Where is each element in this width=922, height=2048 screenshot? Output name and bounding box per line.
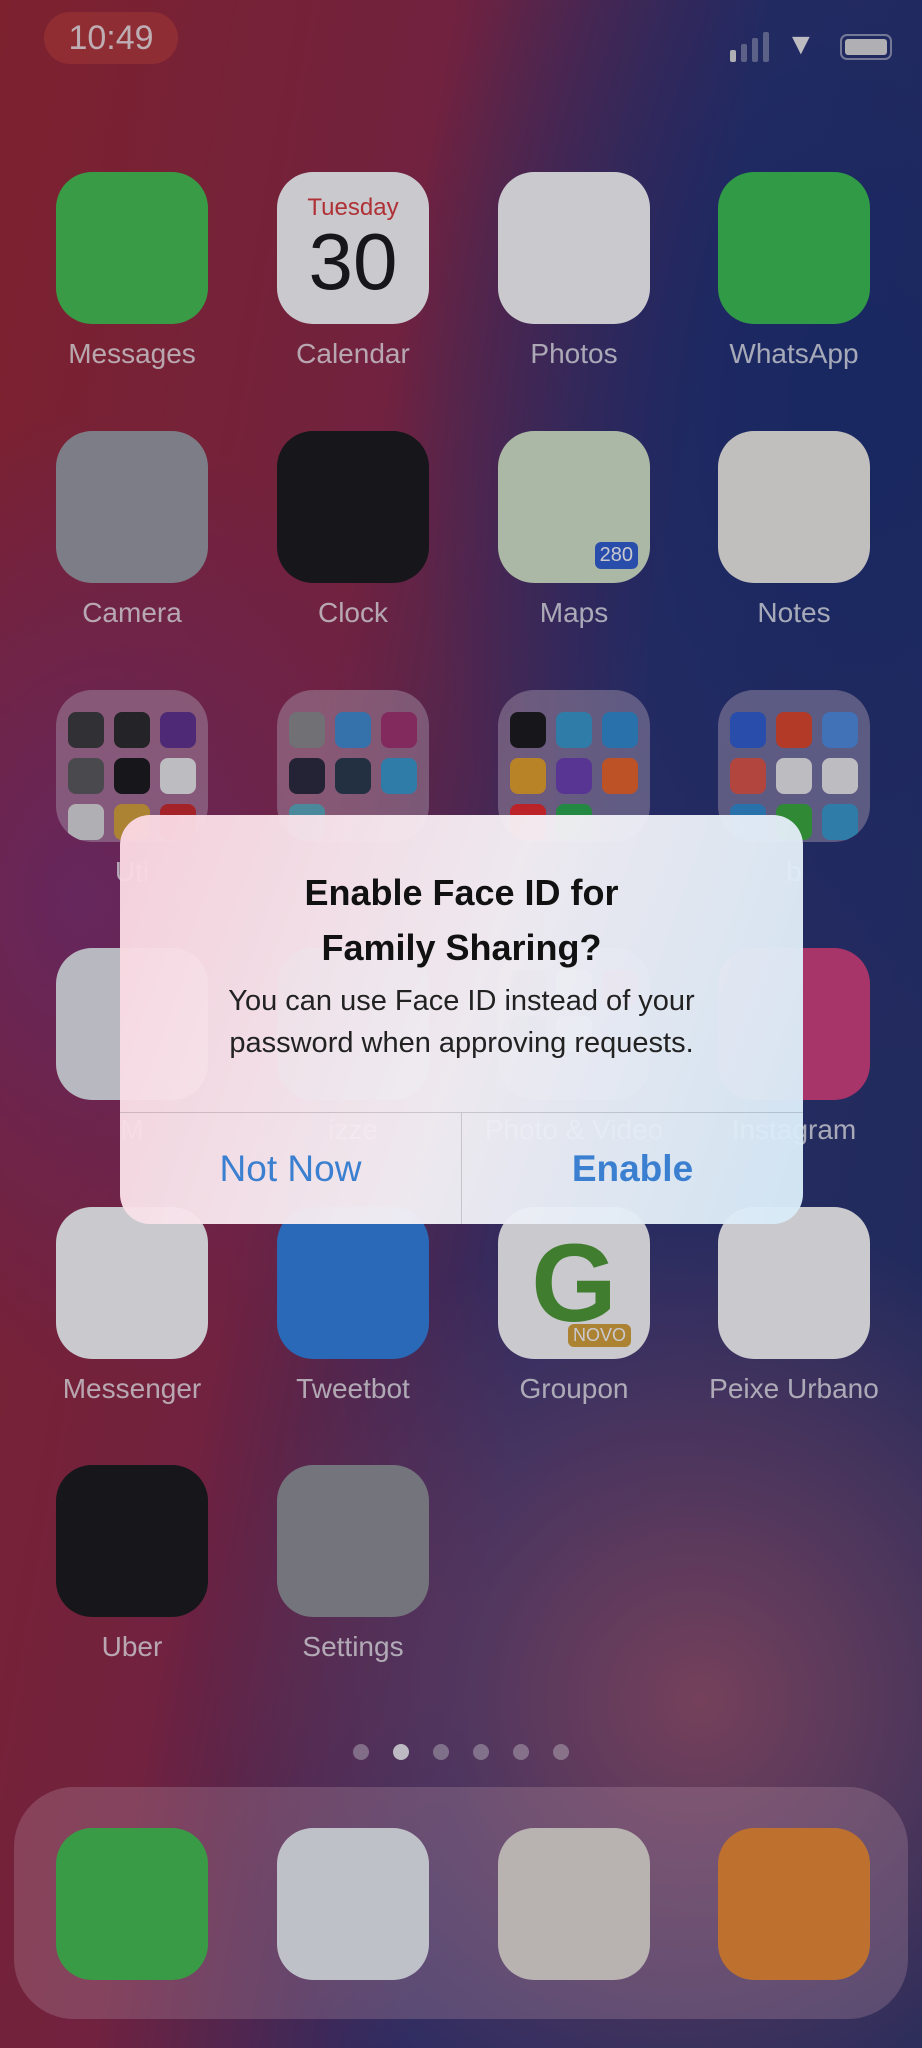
alert-message-line: password when approving requests. xyxy=(229,1027,694,1059)
enable-button[interactable]: Enable xyxy=(461,1113,803,1224)
face-id-alert: Enable Face ID for Family Sharing? You ca… xyxy=(120,815,803,1224)
alert-title-line: Enable Face ID for xyxy=(304,872,619,913)
not-now-button[interactable]: Not Now xyxy=(120,1113,461,1224)
alert-title-line: Family Sharing? xyxy=(321,927,602,968)
alert-title: Enable Face ID for Family Sharing? xyxy=(120,865,803,975)
alert-message-line: You can use Face ID instead of your xyxy=(228,985,695,1017)
alert-message: You can use Face ID instead of your passw… xyxy=(120,980,803,1064)
